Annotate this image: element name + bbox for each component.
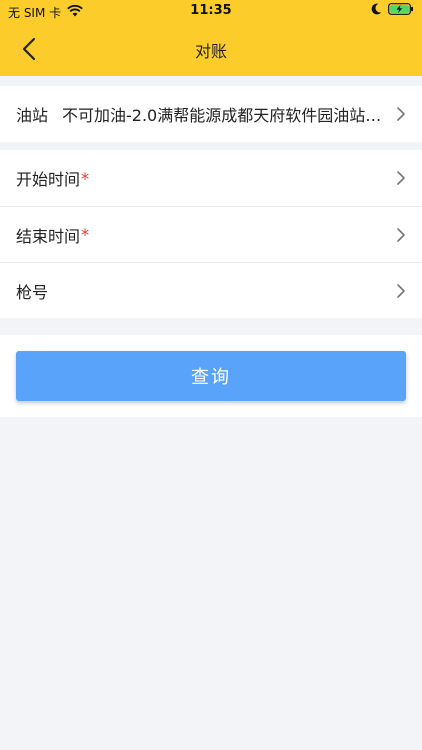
status-time: 11:35 [190,3,232,18]
station-label: 油站 [16,106,49,125]
navigation-bar: 对账 [0,22,422,76]
required-mark: * [81,225,90,244]
station-card: 油站 不可加油-2.0满帮能源成都天府软件园油站测试 [0,86,422,142]
query-button[interactable]: 查询 [16,351,406,401]
end-time-row[interactable]: 结束时间 * [0,206,422,262]
filter-card: 开始时间 * 结束时间 * 枪号 [0,150,422,318]
nozzle-label: 枪号 [16,282,49,302]
moon-icon [371,3,382,18]
status-bar: 无 SIM 卡 11:35 [0,0,422,22]
status-right [371,3,414,18]
end-time-label: 结束时间 [16,226,81,246]
start-time-row[interactable]: 开始时间 * [0,150,422,206]
station-value: 不可加油-2.0满帮能源成都天府软件园油站测试 [62,106,388,125]
chevron-right-icon [397,171,405,185]
header: 无 SIM 卡 11:35 对账 [0,0,422,76]
chevron-right-icon [397,227,405,242]
required-mark: * [81,168,90,188]
station-row[interactable]: 油站 不可加油-2.0满帮能源成都天府软件园油站测试 [0,86,422,142]
battery-charging-icon [388,3,414,18]
nozzle-row[interactable]: 枪号 [0,262,422,318]
query-card: 查询 [0,335,422,417]
page-title: 对账 [194,42,227,61]
chevron-right-icon [397,107,405,121]
chevron-right-icon [397,283,405,298]
start-time-label: 开始时间 [16,170,81,189]
